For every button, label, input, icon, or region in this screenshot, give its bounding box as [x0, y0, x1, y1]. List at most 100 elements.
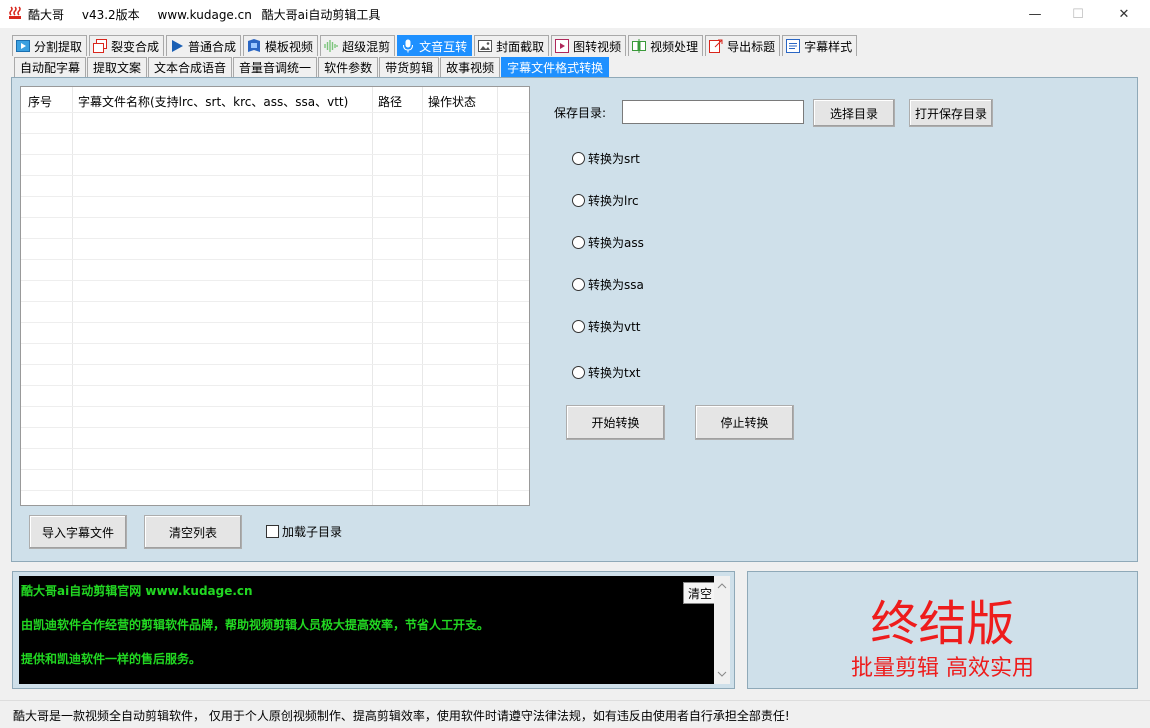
tab-label: 视频处理 — [650, 39, 699, 54]
scroll-down-icon[interactable] — [714, 666, 730, 682]
radio-to-txt[interactable]: 转换为txt — [572, 364, 641, 381]
radio-label: 转换为vtt — [588, 320, 641, 334]
include-subdirs-checkbox[interactable]: 加载子目录 — [266, 523, 342, 540]
subtab-text-to-speech[interactable]: 文本合成语音 — [148, 57, 233, 77]
promo-panel: 终结版 批量剪辑 高效实用 — [747, 571, 1138, 689]
tab-label: 分割提取 — [34, 39, 83, 54]
promo-slogan: 批量剪辑 高效实用 — [851, 656, 1034, 681]
disclaimer-text: 酷大哥是一款视频全自动剪辑软件， 仅用于个人原创视频制作、提高剪辑效率，使用软件… — [13, 709, 790, 723]
microphone-icon — [403, 39, 414, 53]
subtitle-file-table[interactable]: 序号 字幕文件名称(支持lrc、srt、krc、ass、ssa、vtt) 路径 … — [20, 86, 530, 506]
radio-label: 转换为ssa — [588, 278, 644, 292]
column-header-filename[interactable]: 字幕文件名称(支持lrc、srt、krc、ass、ssa、vtt) — [78, 93, 348, 110]
radio-label: 转换为lrc — [588, 194, 639, 208]
subtab-extract-copy[interactable]: 提取文案 — [87, 57, 148, 77]
tab-label: 封面截取 — [496, 39, 545, 54]
start-convert-button[interactable]: 开始转换 — [566, 405, 665, 440]
tab-label: 字幕样式 — [804, 39, 853, 54]
radio-to-ass[interactable]: 转换为ass — [572, 234, 644, 251]
tab-cover-capture[interactable]: 封面截取 — [474, 35, 550, 56]
copy-icon — [93, 39, 108, 53]
radio-label: 转换为txt — [588, 366, 641, 380]
split-icon — [16, 40, 30, 52]
choose-dir-button[interactable]: 选择目录 — [813, 99, 895, 127]
minimize-button[interactable]: — — [1012, 0, 1058, 28]
log-scrollbar[interactable] — [714, 576, 730, 684]
subtab-volume-pitch[interactable]: 音量音调统一 — [233, 57, 318, 77]
video-frame-icon — [555, 39, 570, 53]
radio-label: 转换为srt — [588, 152, 640, 166]
save-dir-input[interactable] — [622, 100, 804, 124]
app-site: www.kudage.cn — [157, 8, 252, 22]
window-title: 酷大哥 v43.2版本 www.kudage.cn 酷大哥ai自动剪辑工具 — [28, 6, 394, 23]
import-subtitle-button[interactable]: 导入字幕文件 — [29, 515, 127, 549]
promo-title: 终结版 — [870, 596, 1015, 652]
radio-circle[interactable] — [572, 194, 585, 207]
tab-export-title[interactable]: 导出标题 — [705, 35, 781, 56]
column-header-path[interactable]: 路径 — [378, 93, 402, 110]
app-name: 酷大哥 — [28, 8, 65, 22]
sub-tab-bar: 自动配字幕 提取文案 文本合成语音 音量音调统一 软件参数 带货剪辑 故事视频 … — [14, 57, 610, 77]
table-header: 序号 字幕文件名称(支持lrc、srt、krc、ass、ssa、vtt) 路径 … — [21, 91, 529, 111]
main-tab-bar: 分割提取 裂变合成 普通合成 模板视频 超级混剪 文音互转 封面截取 图转视频 … — [12, 35, 859, 56]
checkbox-box[interactable] — [266, 525, 279, 538]
radio-to-srt[interactable]: 转换为srt — [572, 150, 640, 167]
app-version: v43.2版本 — [81, 8, 140, 22]
waveform-icon — [324, 40, 338, 52]
subtitle-icon — [786, 39, 801, 53]
radio-to-vtt[interactable]: 转换为vtt — [572, 318, 641, 335]
tab-label: 文音互转 — [419, 39, 468, 54]
clear-log-button[interactable]: 清空 — [683, 582, 717, 604]
tab-label: 裂变合成 — [111, 39, 160, 54]
tab-template-video[interactable]: 模板视频 — [243, 35, 319, 56]
tab-text-audio[interactable]: 文音互转 — [397, 35, 473, 56]
log-line: 提供和凯迪软件一样的售后服务。 — [21, 652, 202, 666]
tab-label: 图转视频 — [573, 39, 622, 54]
play-icon — [172, 40, 184, 52]
radio-circle[interactable] — [572, 366, 585, 379]
app-logo-icon — [9, 6, 21, 19]
video-edit-icon — [632, 39, 647, 53]
tab-image-to-video[interactable]: 图转视频 — [551, 35, 627, 56]
title-bar: 酷大哥 v43.2版本 www.kudage.cn 酷大哥ai自动剪辑工具 — … — [0, 0, 1150, 28]
save-dir-label: 保存目录: — [554, 106, 607, 120]
tab-subtitle-style[interactable]: 字幕样式 — [782, 35, 858, 56]
subtab-story-video[interactable]: 故事视频 — [440, 57, 501, 77]
maximize-button[interactable]: ☐ — [1055, 0, 1101, 28]
scroll-up-icon[interactable] — [714, 578, 730, 594]
tab-label: 普通合成 — [188, 39, 237, 54]
radio-to-ssa[interactable]: 转换为ssa — [572, 276, 644, 293]
log-panel: 酷大哥ai自动剪辑官网 www.kudage.cn 由凯迪软件合作经营的剪辑软件… — [12, 571, 735, 689]
tab-normal-compose[interactable]: 普通合成 — [166, 35, 242, 56]
tab-super-mix[interactable]: 超级混剪 — [320, 35, 396, 56]
radio-to-lrc[interactable]: 转换为lrc — [572, 192, 639, 209]
clear-list-button[interactable]: 清空列表 — [144, 515, 242, 549]
subtab-subtitle-convert[interactable]: 字幕文件格式转换 — [501, 57, 610, 77]
image-icon — [478, 40, 493, 52]
subtab-ecommerce-edit[interactable]: 带货剪辑 — [379, 57, 440, 77]
export-icon — [709, 39, 723, 53]
radio-circle[interactable] — [572, 236, 585, 249]
log-output[interactable]: 酷大哥ai自动剪辑官网 www.kudage.cn 由凯迪软件合作经营的剪辑软件… — [19, 576, 717, 684]
stop-convert-button[interactable]: 停止转换 — [695, 405, 794, 440]
column-header-index[interactable]: 序号 — [28, 93, 52, 110]
include-subdirs-label: 加载子目录 — [282, 525, 343, 539]
radio-label: 转换为ass — [588, 236, 644, 250]
radio-circle[interactable] — [572, 278, 585, 291]
tab-video-process[interactable]: 视频处理 — [628, 35, 704, 56]
radio-circle[interactable] — [572, 152, 585, 165]
column-header-status[interactable]: 操作状态 — [428, 93, 476, 110]
radio-circle[interactable] — [572, 320, 585, 333]
open-save-dir-button[interactable]: 打开保存目录 — [909, 99, 993, 127]
tab-split-extract[interactable]: 分割提取 — [12, 35, 88, 56]
app-subtitle: 酷大哥ai自动剪辑工具 — [261, 8, 381, 22]
tab-label: 模板视频 — [265, 39, 314, 54]
log-line: 酷大哥ai自动剪辑官网 www.kudage.cn — [21, 584, 253, 598]
tab-fission-compose[interactable]: 裂变合成 — [89, 35, 165, 56]
template-icon — [248, 39, 261, 52]
status-bar: 酷大哥是一款视频全自动剪辑软件， 仅用于个人原创视频制作、提高剪辑效率，使用软件… — [0, 700, 1150, 728]
close-button[interactable]: ✕ — [1101, 0, 1147, 28]
subtab-software-params[interactable]: 软件参数 — [318, 57, 379, 77]
tab-label: 超级混剪 — [342, 39, 391, 54]
subtab-auto-subtitle[interactable]: 自动配字幕 — [14, 57, 87, 77]
